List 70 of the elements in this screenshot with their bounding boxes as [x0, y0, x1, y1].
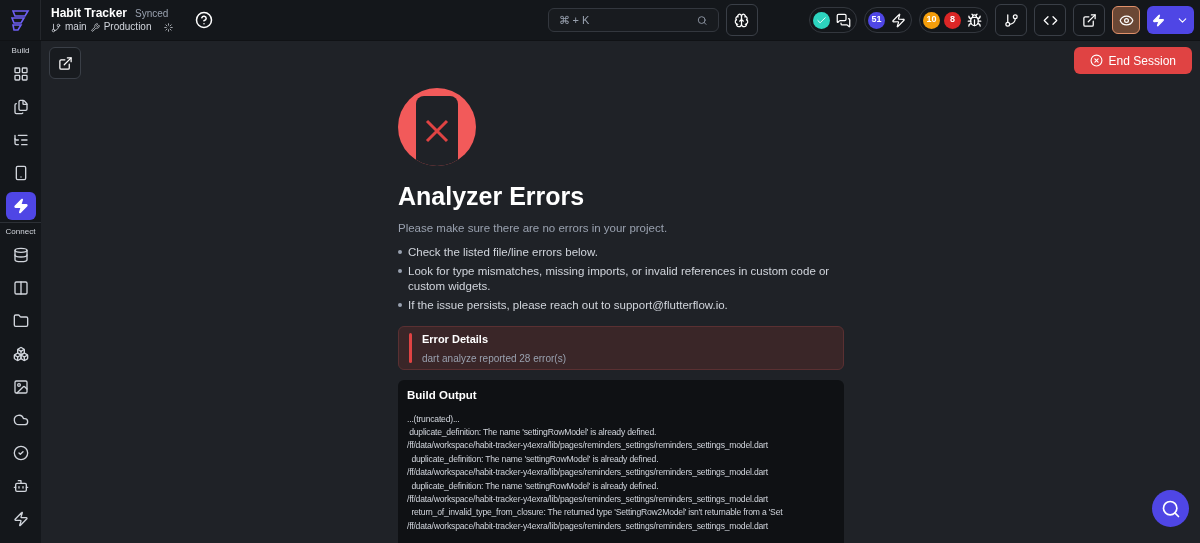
image-icon	[12, 378, 29, 395]
details-text: dart analyze reported 28 error(s)	[422, 351, 566, 366]
brain-icon	[734, 12, 749, 28]
open-external-button[interactable]	[1073, 4, 1105, 36]
search-field[interactable]: ⌘ + K	[547, 8, 719, 32]
output-line: ...(truncated)...	[407, 412, 461, 426]
code-button[interactable]	[1034, 4, 1066, 36]
columns-icon	[12, 279, 29, 296]
bullet-icon	[398, 302, 402, 307]
sync-status: Synced	[135, 8, 169, 21]
end-session-button[interactable]: End Session	[1073, 47, 1192, 74]
page-title: Analyzer Errors	[398, 181, 586, 212]
count-badge: 10	[923, 11, 940, 29]
environment-name[interactable]: Production	[103, 21, 152, 34]
search-icon	[1160, 498, 1181, 519]
brain-button[interactable]	[725, 4, 758, 36]
tip-text: Look for type mismatches, missing imports, or invalid references in custom code or custom widgets.	[408, 264, 831, 293]
bullet-icon	[398, 249, 402, 254]
circles-icon	[12, 345, 29, 362]
loading-spinner-icon	[163, 23, 173, 32]
branch-name[interactable]: main	[65, 21, 87, 34]
output-line: duplicate_definition: The name 'settingRowModel' is already defined.	[410, 452, 660, 466]
output-line: /ff/data/workspace/habit-tracker-y4exra/lib/pages/reminders_settings/reminders_settings_model.dart	[407, 519, 769, 533]
count-badge: 8	[944, 11, 961, 29]
tip-text: If the issue persists, please reach out to support@flutterflow.io.	[408, 297, 728, 313]
pages-icon	[12, 98, 29, 115]
preview-button[interactable]	[1112, 6, 1140, 34]
output-line: duplicate_definition: The name 'settingRowModel' is already defined.	[408, 425, 658, 439]
output-line: /ff/data/workspace/habit-tracker-y4exra/lib/pages/reminders_settings/reminders_settings_model.dart	[407, 466, 769, 480]
external-link-icon	[1081, 12, 1097, 28]
lightning-icon	[12, 197, 29, 214]
run-button[interactable]	[1147, 6, 1194, 34]
external-link-icon	[57, 55, 73, 71]
open-external-button[interactable]	[49, 47, 81, 79]
wrench-icon	[90, 23, 100, 32]
branch-icon	[51, 22, 61, 33]
search-fab[interactable]	[1152, 490, 1189, 527]
output-line: duplicate_definition: The name 'settingRowModel' is already defined.	[410, 479, 660, 493]
page-subtitle: Please make sure there are no errors in your project.	[398, 220, 669, 236]
output-title: Build Output	[407, 388, 478, 404]
folder-icon	[12, 312, 29, 329]
section-label: Connect	[0, 222, 41, 238]
output-line: return_of_invalid_type_from_closure: The returned type 'SettingRow2Model' isn't returnable from a 'Set	[410, 506, 784, 520]
check-icon	[813, 11, 830, 29]
logo-icon[interactable]	[10, 9, 30, 31]
chat-icon	[836, 12, 851, 28]
lightning-icon	[891, 12, 906, 28]
robot-icon	[12, 477, 29, 494]
bug-icon	[967, 12, 982, 28]
help-icon[interactable]	[194, 11, 213, 29]
details-title: Error Details	[422, 332, 490, 347]
output-line: /ff/data/workspace/habit-tracker-y4exra/lib/pages/reminders_settings/reminders_settings_model.dart	[407, 492, 769, 506]
sidebar-item[interactable]	[5, 191, 36, 220]
search-input[interactable]: ⌘ + K	[558, 11, 698, 29]
branch-button[interactable]	[995, 4, 1027, 36]
database-icon	[12, 246, 29, 263]
branch-icon	[1003, 12, 1019, 28]
widget-grid-icon	[12, 65, 29, 82]
lightning-icon	[1152, 13, 1166, 27]
lightning-icon	[12, 510, 29, 527]
search-icon	[697, 14, 708, 26]
project-title: Habit Tracker	[51, 6, 128, 22]
eye-icon	[1118, 12, 1134, 28]
section-label: Build	[11, 45, 30, 57]
tip-text: Check the listed file/line errors below.	[408, 244, 598, 260]
check-circle-icon	[12, 444, 29, 461]
close-circle-icon	[1089, 54, 1103, 67]
bullet-icon	[398, 269, 402, 274]
count-badge: 51	[868, 11, 885, 29]
output-line: /ff/data/workspace/habit-tracker-y4exra/lib/pages/reminders_settings/reminders_settings_model.dart	[407, 439, 769, 453]
